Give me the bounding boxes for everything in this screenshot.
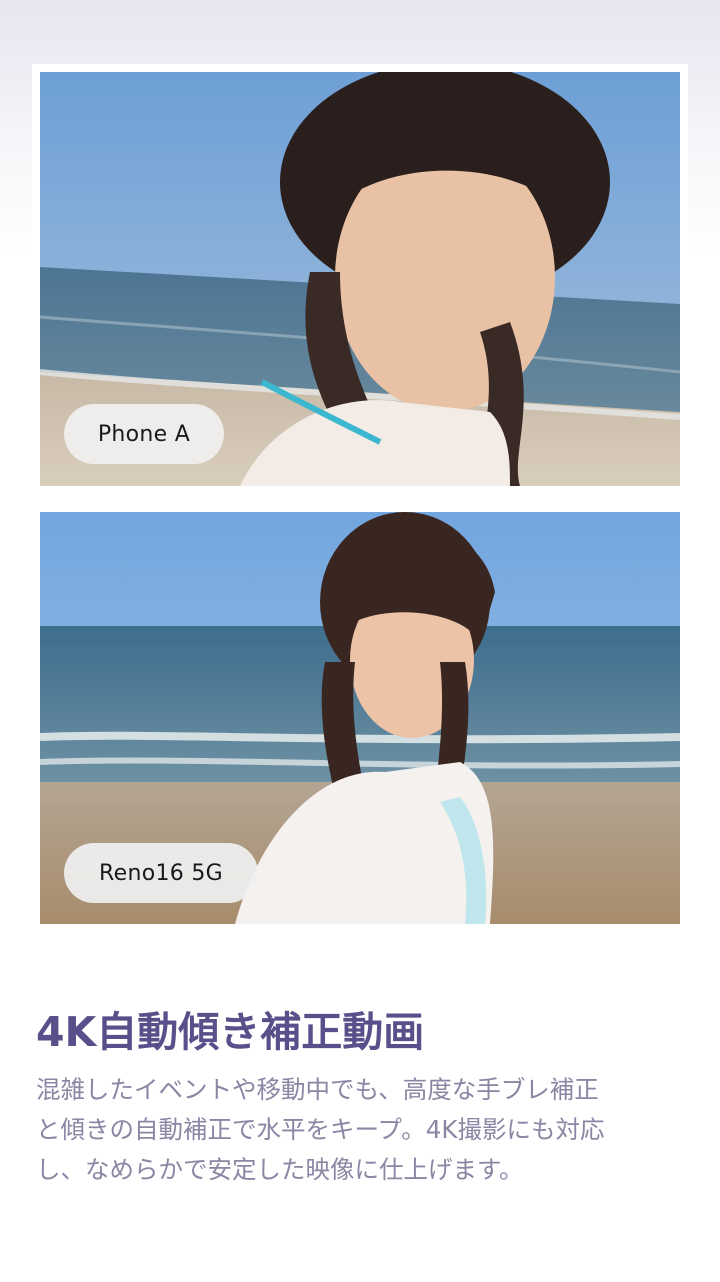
photo-phone-a: Phone A bbox=[40, 72, 680, 486]
device-label-reno16: Reno16 5G bbox=[64, 843, 258, 903]
feature-description: 混雑したイベントや移動中でも、高度な手ブレ補正 と傾きの自動補正で水平をキープ。… bbox=[36, 1070, 692, 1190]
feature-title: 4K自動傾き補正動画 bbox=[36, 1008, 425, 1056]
description-line: と傾きの自動補正で水平をキープ。4K撮影にも対応 bbox=[36, 1115, 605, 1144]
device-label-phone-a: Phone A bbox=[64, 404, 224, 464]
description-line: 混雑したイベントや移動中でも、高度な手ブレ補正 bbox=[36, 1075, 599, 1104]
description-line: し、なめらかで安定した映像に仕上げます。 bbox=[36, 1155, 524, 1184]
photo-reno16: Reno16 5G bbox=[40, 512, 680, 924]
